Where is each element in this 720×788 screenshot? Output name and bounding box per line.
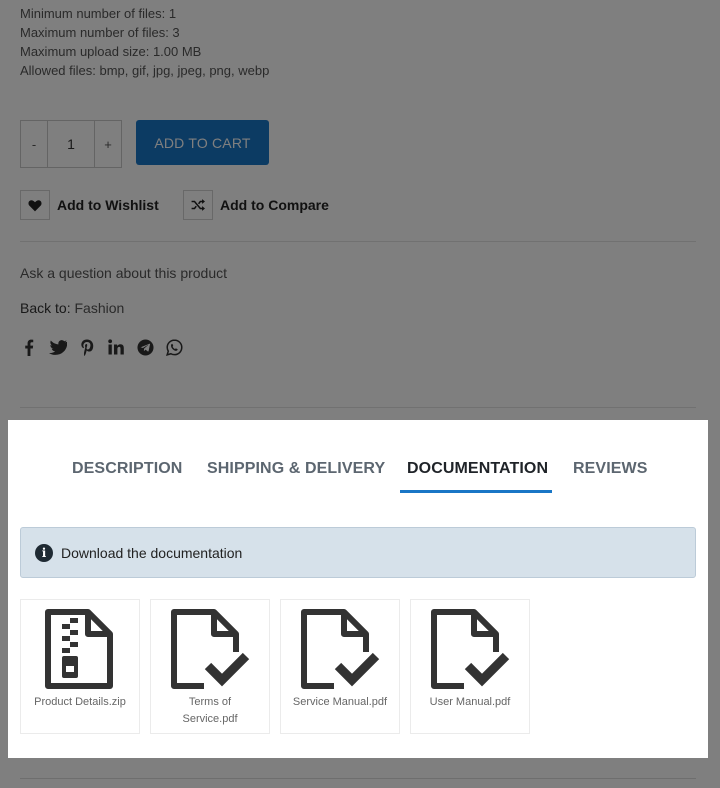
- tab-documentation[interactable]: DOCUMENTATION: [407, 460, 548, 478]
- file-item[interactable]: Product Details.zip: [20, 599, 140, 734]
- checked-file-icon: [171, 609, 250, 689]
- tab-description[interactable]: DESCRIPTION: [72, 460, 182, 478]
- file-name: User Manual.pdf: [429, 696, 511, 708]
- documentation-alert: i Download the documentation: [20, 527, 696, 578]
- info-icon: i: [35, 543, 53, 562]
- checked-file-icon: [301, 609, 380, 689]
- alert-text: Download the documentation: [61, 544, 243, 561]
- file-item[interactable]: User Manual.pdf: [410, 599, 530, 734]
- file-name: Terms of Service.pdf: [182, 696, 238, 725]
- active-tab-indicator: [400, 490, 552, 493]
- file-item[interactable]: Terms of Service.pdf: [150, 599, 270, 734]
- checked-file-icon: [431, 609, 510, 689]
- product-tabs: DESCRIPTION SHIPPING & DELIVERY DOCUMENT…: [8, 460, 708, 492]
- tab-shipping-delivery[interactable]: SHIPPING & DELIVERY: [207, 460, 385, 478]
- file-name: Product Details.zip: [34, 696, 126, 708]
- tab-reviews[interactable]: REVIEWS: [573, 460, 648, 478]
- documentation-panel: DESCRIPTION SHIPPING & DELIVERY DOCUMENT…: [8, 420, 708, 758]
- file-item[interactable]: Service Manual.pdf: [280, 599, 400, 734]
- zip-file-icon: [45, 609, 113, 689]
- documentation-files: Product Details.zip Terms of Service.pdf…: [20, 599, 530, 734]
- file-name: Service Manual.pdf: [292, 696, 388, 708]
